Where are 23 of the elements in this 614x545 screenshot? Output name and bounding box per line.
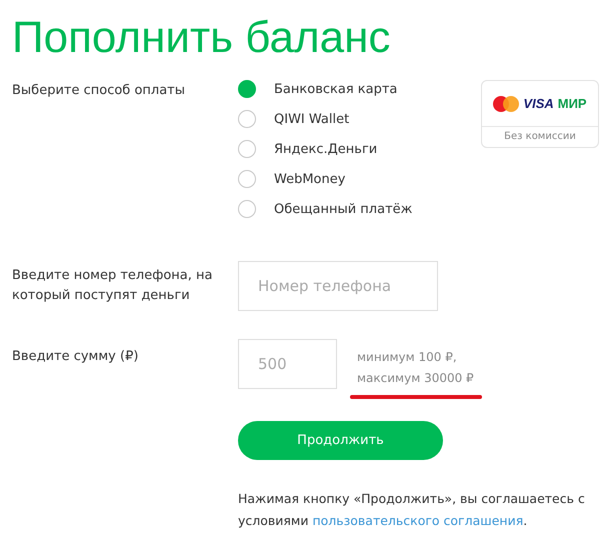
phone-field[interactable]: Номер телефона	[238, 261, 438, 311]
radio-option[interactable]: Яндекс.Деньги	[238, 134, 481, 164]
radio-option[interactable]: WebMoney	[238, 164, 481, 194]
card-logo-icon	[493, 96, 520, 112]
field-label: Выберите способ оплаты	[12, 82, 186, 100]
amount-field[interactable]: 500	[238, 339, 337, 389]
field-label: Введите сумму (₽)	[12, 348, 140, 366]
radio-icon[interactable]	[238, 80, 256, 98]
amount-hint: минимум 100 ₽,	[357, 349, 458, 366]
radio-option[interactable]: QIWI Wallet	[238, 104, 481, 134]
card-note: Без комиссии	[503, 130, 577, 144]
radio-icon[interactable]	[238, 140, 256, 158]
agreement-text: Нажимая кнопку «Продолжить», вы соглашаетесь с условиями пользовательского соглашения.	[238, 490, 586, 530]
radio-option[interactable]: Обещанный платёж	[238, 194, 481, 224]
field-label: Введите номер телефона, на который поступят деньги	[12, 267, 214, 305]
page-title: Пополнить баланс	[12, 12, 392, 64]
radio-icon[interactable]	[238, 110, 256, 128]
radio-icon[interactable]	[238, 200, 256, 218]
radio-option[interactable]: Банковская карта	[238, 74, 481, 104]
amount-hint: максимум 30000 ₽	[357, 370, 475, 387]
card-logo: МИР	[558, 96, 587, 111]
radio-icon[interactable]	[238, 170, 256, 188]
card-logo: VISA	[523, 96, 554, 111]
